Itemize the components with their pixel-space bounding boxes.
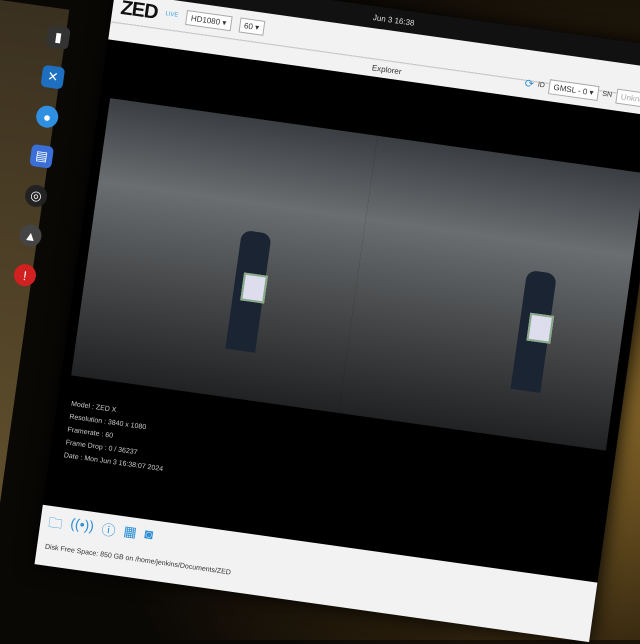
refresh-icon[interactable]: ⟳ xyxy=(524,77,535,91)
folder-icon[interactable]: 🗀 xyxy=(47,512,64,538)
clock: Jun 3 16:38 xyxy=(372,12,416,28)
resolution-value: HD1080 xyxy=(190,13,221,27)
terminal-icon[interactable]: ▮ xyxy=(45,25,71,50)
right-camera-image xyxy=(338,135,640,451)
camera-id-value: GMSL - 0 xyxy=(553,82,588,97)
zed-logo: ZED xyxy=(119,0,160,24)
left-camera-image xyxy=(71,98,378,413)
camera-icon[interactable]: ◙ xyxy=(142,525,155,550)
footer-toolbar: 🗀 ((•)) ⓘ ▦ ◙ Disk Free Space: 850 GB on… xyxy=(34,504,598,643)
browser-icon[interactable]: ● xyxy=(34,104,60,130)
id-label: ID xyxy=(537,81,546,90)
camera-info: Model : ZED X Resolution : 3840 x 1080 F… xyxy=(63,398,171,476)
alert-icon[interactable]: ! xyxy=(12,262,38,288)
docs-icon[interactable]: ▤ xyxy=(29,143,55,169)
obs-icon[interactable]: ◎ xyxy=(23,183,49,209)
sn-label: SN xyxy=(601,90,613,99)
resolution-select[interactable]: HD1080 ▾ xyxy=(185,9,233,31)
zed-explorer-window: Jun 3 16:38 ZED LIVE HD1080 ▾ 60 ▾ Explo… xyxy=(34,0,640,643)
fps-select[interactable]: 60 ▾ xyxy=(238,16,266,36)
fps-value: 60 xyxy=(243,20,254,31)
stereo-video-view xyxy=(71,98,640,451)
page-title: Explorer xyxy=(371,63,403,77)
live-badge: LIVE xyxy=(164,11,179,19)
settings-icon[interactable]: ⓘ xyxy=(100,519,117,545)
app-icon[interactable]: ▲ xyxy=(18,223,43,248)
depth-icon[interactable]: ▦ xyxy=(121,522,138,548)
vscode-icon[interactable]: ✕ xyxy=(40,64,66,90)
broadcast-icon[interactable]: ((•)) xyxy=(68,515,95,542)
